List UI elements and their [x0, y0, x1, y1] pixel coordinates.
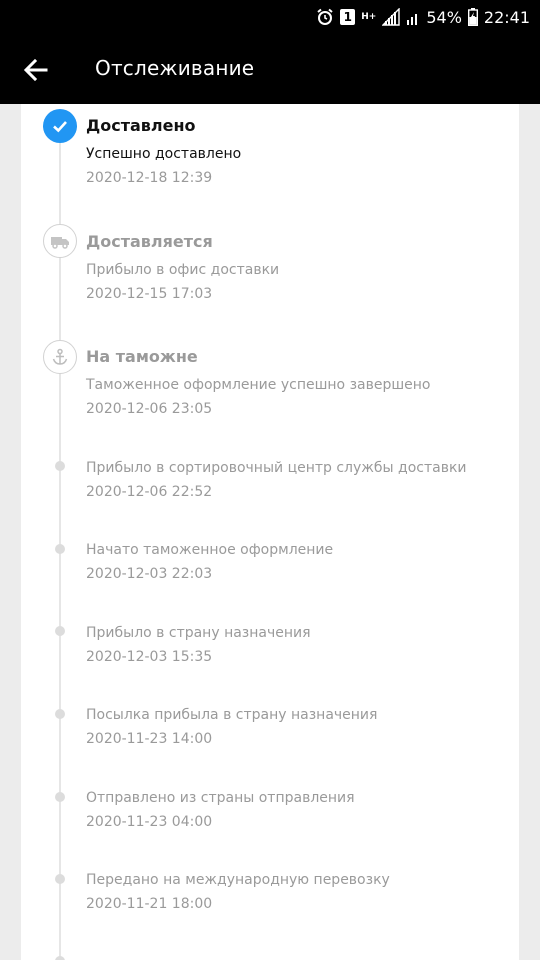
status-icons: 1 H+ 54% 22:41: [316, 0, 530, 34]
battery-icon: [467, 8, 478, 26]
anchor-icon: [43, 340, 77, 374]
tracking-timeline-card: Доставлено Успешно доставлено 2020-12-18…: [21, 104, 519, 960]
event-description: Прибыло в сортировочный центр службы дос…: [86, 460, 467, 476]
event-description: Таможенное оформление успешно завершено: [86, 377, 431, 393]
back-button[interactable]: [20, 54, 52, 86]
event-description: Прибыло в офис доставки: [86, 262, 280, 278]
timeline-dot: [55, 956, 65, 960]
event-description: Отправлено из страны отправления: [86, 790, 355, 806]
event-description: Начато таможенное оформление: [86, 542, 334, 558]
timeline-dot: [55, 626, 65, 636]
battery-percent: 54%: [426, 7, 462, 27]
event-date: 2020-12-06 22:52: [86, 484, 213, 500]
app-bar: Отслеживание: [0, 34, 540, 104]
status-time: 22:41: [483, 7, 530, 27]
event-date: 2020-12-03 15:35: [86, 649, 213, 665]
event-date: 2020-11-21 18:00: [86, 896, 213, 912]
event-description: Успешно доставлено: [86, 146, 242, 162]
signal-icon: [382, 8, 401, 26]
check-icon: [43, 109, 77, 143]
alarm-icon: [316, 8, 334, 26]
signal-secondary-icon: [406, 8, 420, 26]
milestone-title: Доставлено: [86, 116, 196, 135]
truck-icon: [43, 224, 77, 258]
timeline-dot: [55, 874, 65, 884]
event-description: Передано на международную перевозку: [86, 872, 390, 888]
status-bar: 1 H+ 54% 22:41: [0, 0, 540, 34]
event-date: 2020-12-06 23:05: [86, 401, 213, 417]
milestone-title: На таможне: [86, 347, 198, 366]
network-type-label: H+: [361, 12, 377, 22]
event-date: 2020-11-23 04:00: [86, 814, 213, 830]
notification-badge-icon: 1: [340, 9, 356, 25]
page-title: Отслеживание: [95, 56, 255, 80]
event-date: 2020-12-03 22:03: [86, 566, 213, 582]
event-date: 2020-12-18 12:39: [86, 170, 213, 186]
timeline-dot: [55, 709, 65, 719]
timeline-dot: [55, 544, 65, 554]
timeline-dot: [55, 792, 65, 802]
event-description: Прибыло в страну назначения: [86, 625, 311, 641]
event-date: 2020-12-15 17:03: [86, 286, 213, 302]
arrow-left-icon: [23, 58, 48, 82]
milestone-title: Доставляется: [86, 232, 213, 251]
event-description: Посылка прибыла в страну назначения: [86, 707, 378, 723]
event-date: 2020-11-23 14:00: [86, 731, 213, 747]
timeline-dot: [55, 461, 65, 471]
